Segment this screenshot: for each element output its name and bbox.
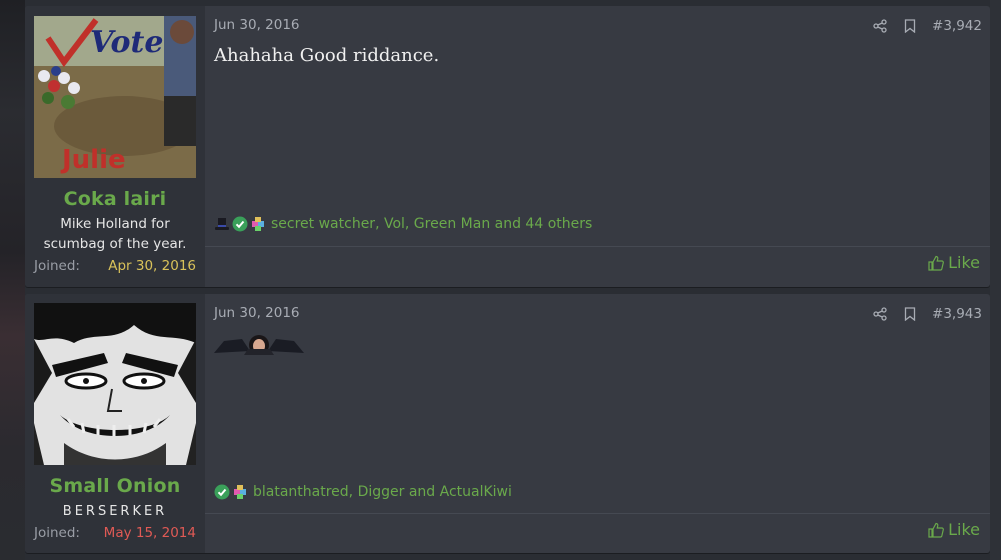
- post-date[interactable]: Jun 30, 2016: [214, 17, 300, 33]
- post-footer-divider: [205, 513, 990, 514]
- like-label: Like: [948, 520, 980, 539]
- top-hat-icon: [214, 216, 230, 232]
- bookmark-icon[interactable]: [900, 16, 920, 36]
- joined-label: Joined:: [34, 258, 80, 274]
- like-button[interactable]: Like: [928, 520, 980, 539]
- post-actions: #3,942: [870, 16, 982, 36]
- username[interactable]: Coka lairi: [25, 188, 205, 210]
- like-button[interactable]: Like: [928, 253, 980, 272]
- share-icon[interactable]: [870, 304, 890, 324]
- avatar[interactable]: [34, 303, 196, 465]
- user-info-panel: Small Onion BERSERKER Joined: May 15, 20…: [25, 294, 205, 553]
- post-content: Jun 30, 2016 #3,943 blatanthatred, Digge…: [205, 294, 990, 553]
- check-badge-icon: [232, 216, 248, 232]
- joined-date: May 15, 2014: [103, 525, 196, 541]
- page-right-edge: [990, 0, 1001, 560]
- like-label: Like: [948, 253, 980, 272]
- post-number[interactable]: #3,942: [932, 18, 982, 34]
- reactions-bar[interactable]: secret watcher, Vol, Green Man and 44 ot…: [214, 216, 592, 232]
- check-badge-icon: [214, 484, 230, 500]
- reactions-bar[interactable]: blatanthatred, Digger and ActualKiwi: [214, 484, 512, 500]
- username[interactable]: Small Onion: [25, 475, 205, 497]
- post-number[interactable]: #3,943: [932, 306, 982, 322]
- avatar-caption-bottom: Julie: [60, 145, 126, 175]
- avatar-image: [34, 303, 196, 465]
- thumbs-up-icon: [928, 255, 944, 271]
- joined-label: Joined:: [34, 525, 80, 541]
- bookmark-icon[interactable]: [900, 304, 920, 324]
- reaction-gif-image: [214, 333, 304, 355]
- puzzle-icon: [250, 216, 266, 232]
- user-info-panel: Vote Julie Coka lairi Mike Holland for s…: [25, 6, 205, 287]
- post-content: Jun 30, 2016 #3,942 Ahahaha Good riddanc…: [205, 6, 990, 287]
- user-title: Mike Holland for scumbag of the year.: [43, 216, 187, 252]
- page-left-edge: [0, 0, 25, 560]
- post-footer-divider: [205, 246, 990, 247]
- post-message: Ahahaha Good riddance.: [214, 45, 440, 66]
- puzzle-icon: [232, 484, 248, 500]
- thumbs-up-icon: [928, 522, 944, 538]
- user-title: BERSERKER: [62, 504, 168, 519]
- post-actions: #3,943: [870, 304, 982, 324]
- share-icon[interactable]: [870, 16, 890, 36]
- reactions-users[interactable]: blatanthatred, Digger and ActualKiwi: [253, 484, 512, 500]
- avatar-caption-top: Vote: [90, 25, 163, 60]
- avatar[interactable]: Vote Julie: [34, 16, 196, 178]
- post-3943: Small Onion BERSERKER Joined: May 15, 20…: [25, 294, 990, 553]
- avatar-image: Vote Julie: [34, 16, 196, 178]
- post-date[interactable]: Jun 30, 2016: [214, 305, 300, 321]
- joined-date: Apr 30, 2016: [108, 258, 196, 274]
- post-3942: Vote Julie Coka lairi Mike Holland for s…: [25, 6, 990, 287]
- reactions-users[interactable]: secret watcher, Vol, Green Man and 44 ot…: [271, 216, 592, 232]
